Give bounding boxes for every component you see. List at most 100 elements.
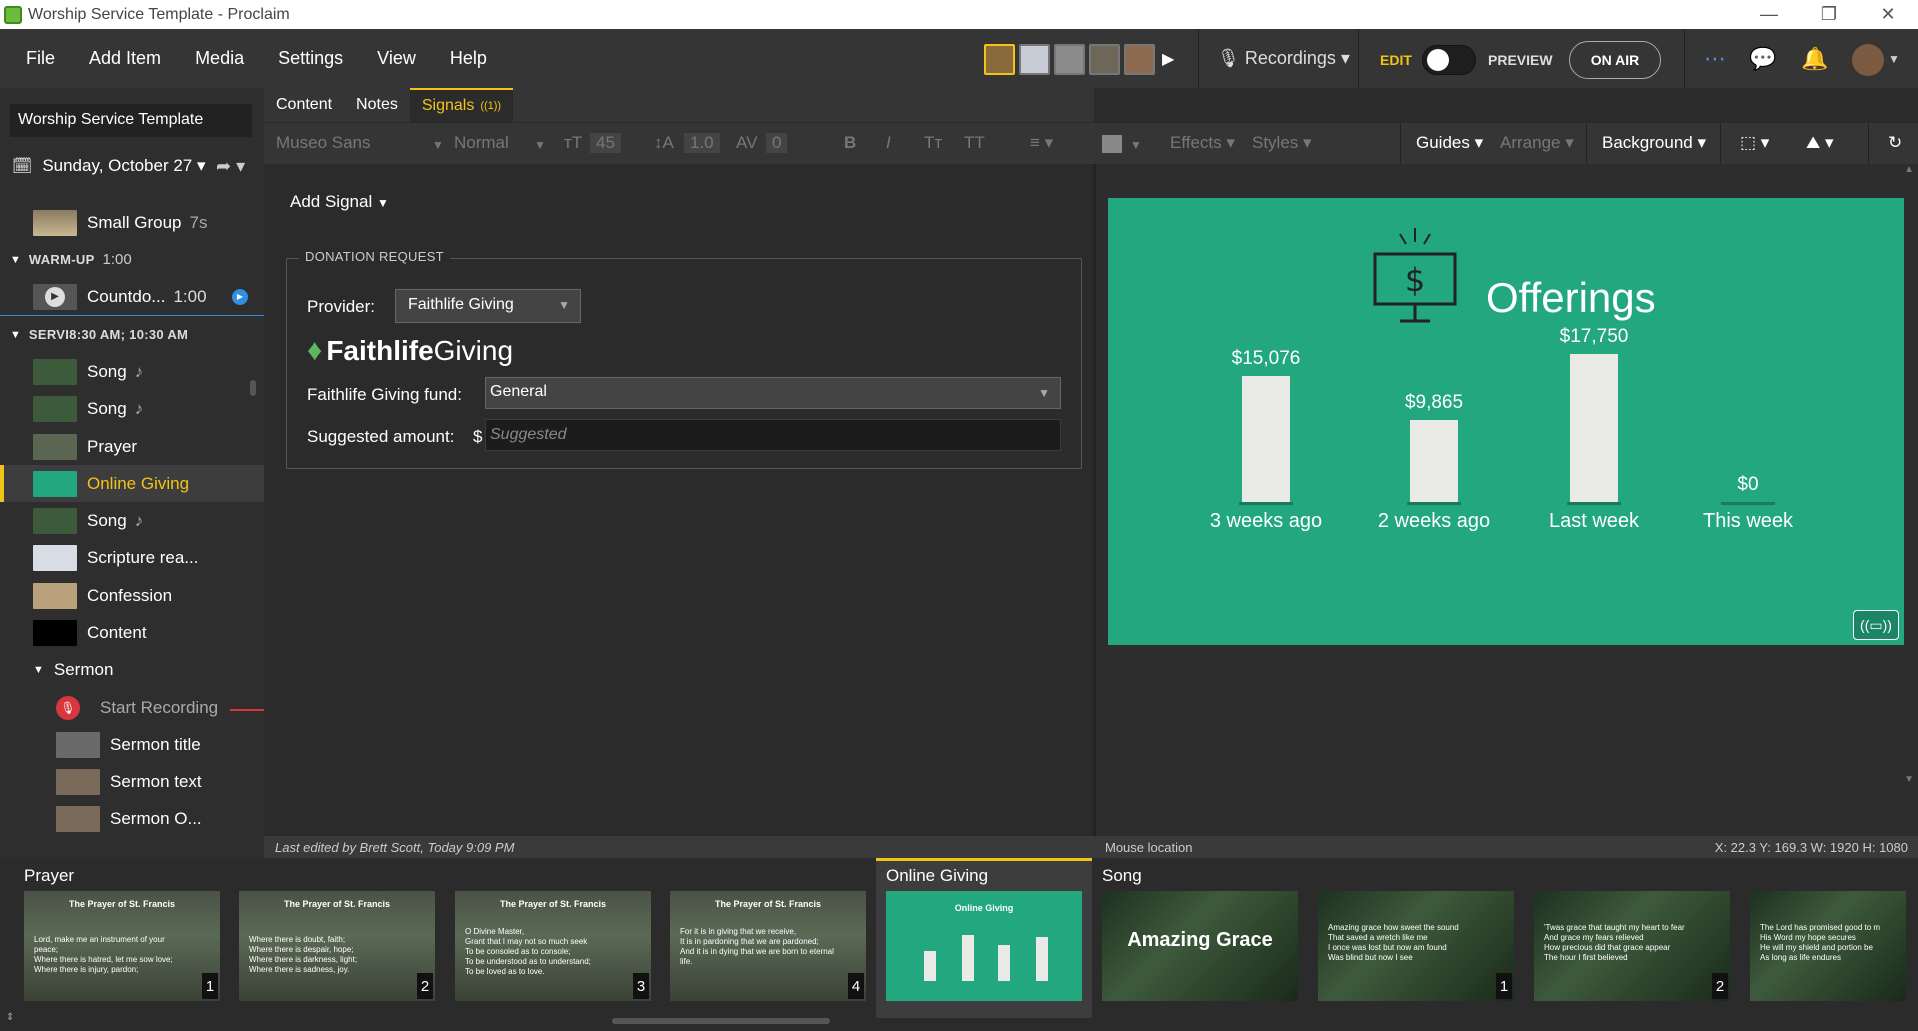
align-menu-icon[interactable]: ≡ ▾ (1030, 133, 1053, 153)
suggested-amount-label: Suggested amount: (307, 427, 455, 446)
avatar[interactable] (1089, 44, 1120, 75)
fund-select[interactable]: General ▼ (485, 377, 1061, 409)
slide-strip: Prayer Online Giving Song The Prayer of … (0, 858, 1918, 1031)
mouse-location-label: Mouse location (1105, 840, 1193, 855)
background-menu[interactable]: Background ▾ (1602, 133, 1706, 153)
mouse-coordinates: X: 22.3 Y: 169.3 W: 1920 H: 1080 (1714, 840, 1908, 855)
chat-icon[interactable]: 💬 (1748, 44, 1778, 74)
tab-signals[interactable]: Signals ((1)) (409, 88, 514, 122)
add-signal-button[interactable]: Add Signal ▼ (290, 192, 389, 212)
donation-monitor-icon: $ (1373, 228, 1457, 323)
more-options-icon[interactable]: ⋯ (1700, 44, 1730, 74)
font-weight-select[interactable]: Normal (454, 133, 509, 153)
menu-add-item[interactable]: Add Item (89, 48, 161, 69)
list-item[interactable]: Prayer (0, 428, 264, 465)
color-swatch[interactable] (1102, 135, 1122, 153)
provider-label: Provider: (307, 297, 376, 316)
slide-thumbnail[interactable]: 'Twas grace that taught my heart to fear… (1534, 891, 1730, 1001)
chart-value-label: $15,076 (1231, 348, 1301, 369)
list-item-selected[interactable]: Online Giving (0, 465, 264, 502)
slide-thumbnail[interactable]: The Prayer of St. Francis Lord, make me … (24, 891, 220, 1001)
play-icon: ▶ (45, 286, 65, 307)
close-button[interactable]: ✕ (1860, 0, 1916, 29)
menu-help[interactable]: Help (450, 48, 487, 69)
list-item[interactable]: Scripture rea... (0, 539, 264, 576)
scroll-down-icon[interactable]: ▼ (1904, 774, 1914, 785)
scroll-up-icon[interactable]: ▲ (1904, 164, 1914, 175)
suggested-amount-input[interactable]: Suggested (485, 419, 1061, 451)
all-caps-button[interactable]: TT (964, 133, 985, 153)
section-header-warm-up[interactable]: ▼ WARM-UP 1:00 (0, 241, 264, 278)
line-height-icon: ↕A (654, 133, 674, 152)
font-size-input[interactable]: 45 (590, 133, 621, 153)
slide-thumbnail[interactable]: The Prayer of St. Francis For it is in g… (670, 891, 866, 1001)
list-item[interactable]: 🎙 Start Recording (0, 689, 264, 726)
title-bar: Worship Service Template - Proclaim — ❐ … (0, 0, 1918, 29)
user-avatar[interactable] (1852, 44, 1884, 76)
list-item[interactable]: Sermon O... (0, 800, 264, 837)
list-item[interactable]: Sermon title (0, 726, 264, 763)
italic-button[interactable]: I (886, 133, 891, 153)
recordings-menu[interactable]: 🎙 Recordings ▾ (1217, 48, 1350, 69)
list-item[interactable]: Song ♪ (0, 353, 264, 390)
slide-thumbnail-online-giving[interactable]: Online Giving (886, 891, 1082, 1001)
kerning-input[interactable]: 0 (766, 133, 788, 153)
list-item[interactable]: ▶ Countdo... 1:00 ▶ (0, 278, 264, 315)
tab-content[interactable]: Content (264, 88, 344, 122)
slide-thumbnail[interactable]: The Prayer of St. Francis O Divine Maste… (455, 891, 651, 1001)
menu-file[interactable]: File (26, 48, 55, 69)
small-caps-button[interactable]: Tт (924, 133, 942, 153)
guides-menu[interactable]: Guides ▾ (1416, 133, 1483, 153)
slide-thumbnail[interactable]: The Lord has promised good to m His Word… (1750, 891, 1906, 1001)
on-air-button[interactable]: ON AIR (1569, 41, 1661, 79)
list-item[interactable]: Song ♪ (0, 502, 264, 539)
refresh-icon[interactable]: ↻ (1888, 133, 1902, 153)
list-item[interactable]: Song ♪ (0, 390, 264, 427)
more-avatars-icon[interactable]: ▶ (1162, 49, 1174, 69)
font-family-select[interactable]: Museo Sans (276, 133, 371, 153)
menu-settings[interactable]: Settings (278, 48, 343, 69)
chevron-down-icon: ▼ (10, 253, 21, 266)
line-height-input[interactable]: 1.0 (684, 133, 720, 153)
share-icon[interactable]: ➦ ▾ (216, 156, 245, 177)
styles-menu[interactable]: Styles ▾ (1252, 133, 1312, 153)
provider-select[interactable]: Faithlife Giving ▼ (395, 289, 581, 323)
edit-preview-toggle[interactable] (1422, 45, 1476, 75)
group-header-sermon[interactable]: ▼ Sermon (0, 651, 264, 688)
restore-button[interactable]: ❐ (1801, 0, 1857, 29)
chart-bar (1570, 354, 1618, 502)
arrange-menu[interactable]: Arrange ▾ (1500, 133, 1574, 153)
bold-button[interactable]: B (844, 133, 856, 153)
menu-media[interactable]: Media (195, 48, 244, 69)
list-item[interactable]: Small Group 7s (0, 204, 264, 241)
menu-view[interactable]: View (377, 48, 416, 69)
collapse-strip-icon[interactable]: ⇕ (6, 1012, 14, 1023)
offerings-slide[interactable]: $ Offerings $15,076 3 weeks ago $9,865 2 we… (1108, 198, 1904, 645)
chart-bar-base (1721, 502, 1775, 505)
notifications-bell-icon[interactable]: 🔔 (1800, 44, 1830, 74)
minimize-button[interactable]: — (1741, 0, 1797, 29)
avatar[interactable] (984, 44, 1015, 75)
list-item[interactable]: Content (0, 614, 264, 651)
service-order-panel: Worship Service Template 🗓 Sunday, Octob… (0, 88, 264, 858)
slide-thumbnail[interactable]: Amazing grace how sweet the sound That s… (1318, 891, 1514, 1001)
scrollbar[interactable] (250, 380, 256, 396)
tab-notes[interactable]: Notes (344, 88, 410, 122)
text-box-icon[interactable]: ⬚ ▾ (1740, 133, 1769, 153)
slide-thumbnail[interactable]: Amazing Grace (1102, 891, 1298, 1001)
section-header-service[interactable]: ▼ SERVI8:30 AM; 10:30 AM (0, 316, 264, 353)
service-date-picker[interactable]: 🗓 Sunday, October 27 ▾ (12, 156, 206, 176)
chevron-down-icon[interactable]: ▼ (1888, 52, 1900, 66)
slide-thumbnail[interactable]: The Prayer of St. Francis Where there is… (239, 891, 435, 1001)
image-icon[interactable]: ⛰ ▾ (1806, 133, 1834, 153)
edit-label: EDIT (1380, 52, 1412, 68)
broadcast-icon[interactable]: ((▭)) (1853, 610, 1899, 640)
avatar[interactable] (1124, 44, 1155, 75)
avatar[interactable] (1019, 44, 1050, 75)
list-item[interactable]: Sermon text (0, 763, 264, 800)
avatar[interactable] (1054, 44, 1085, 75)
effects-menu[interactable]: Effects ▾ (1170, 133, 1235, 153)
list-item[interactable]: Confession (0, 577, 264, 614)
document-title[interactable]: Worship Service Template (10, 104, 252, 137)
strip-scrollbar[interactable] (612, 1018, 830, 1024)
